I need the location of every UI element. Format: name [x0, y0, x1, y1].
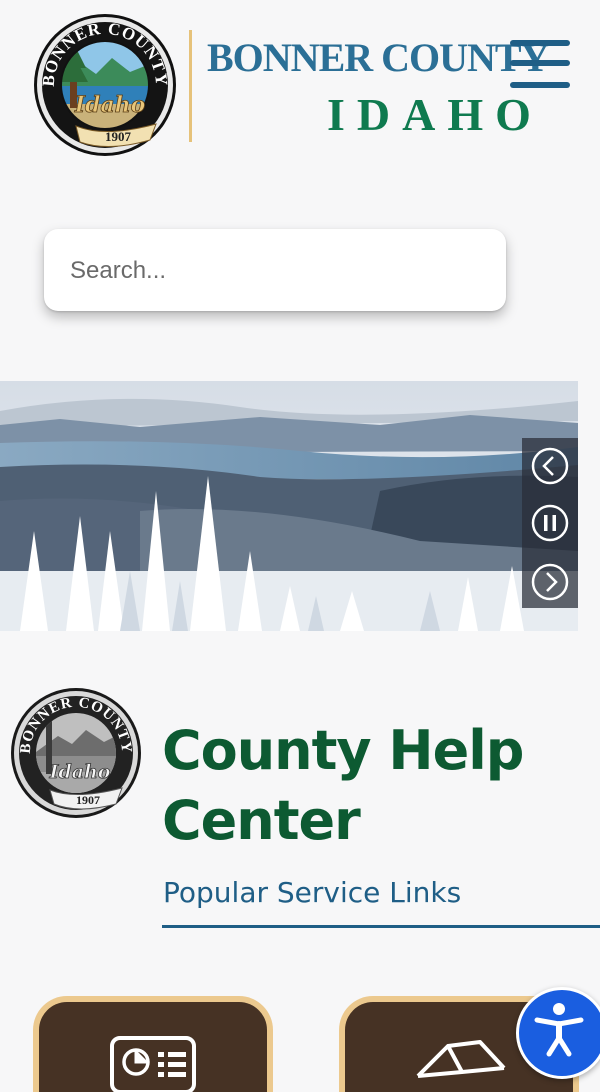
accessibility-button[interactable] — [516, 987, 600, 1079]
logo-divider — [189, 30, 192, 142]
accessibility-icon — [534, 1003, 584, 1057]
hero-image — [0, 381, 578, 631]
slider-controls — [522, 438, 578, 608]
box-icon — [416, 1040, 506, 1078]
svg-text:1907: 1907 — [105, 129, 132, 144]
svg-text:Idaho: Idaho — [49, 761, 111, 783]
help-center-title: County Help Center — [162, 719, 524, 852]
search-box — [44, 229, 506, 311]
chevron-left-icon[interactable] — [530, 446, 570, 486]
hero-slideshow — [0, 381, 578, 631]
hamburger-menu-icon[interactable] — [508, 38, 572, 94]
county-seal-logo[interactable]: BONNER COUNTY Idaho 1907 — [30, 12, 180, 158]
site-header: BONNER COUNTY Idaho 1907 BONNER COUNTY I… — [0, 0, 600, 180]
brand-name[interactable]: BONNER COUNTY — [207, 34, 549, 81]
help-center-seal: BONNER COUNTY Idaho 1907 — [11, 688, 141, 818]
section-divider — [162, 925, 600, 928]
document-chart-icon — [110, 1036, 196, 1092]
popular-links-heading: Popular Service Links — [163, 876, 462, 909]
brand-state[interactable]: IDAHO — [327, 88, 543, 141]
search-input[interactable] — [68, 247, 482, 295]
service-tile-1[interactable] — [33, 996, 273, 1092]
svg-text:1907: 1907 — [76, 793, 100, 807]
svg-text:Idaho: Idaho — [74, 92, 146, 118]
chevron-right-icon[interactable] — [530, 562, 570, 602]
pause-icon[interactable] — [530, 503, 570, 543]
